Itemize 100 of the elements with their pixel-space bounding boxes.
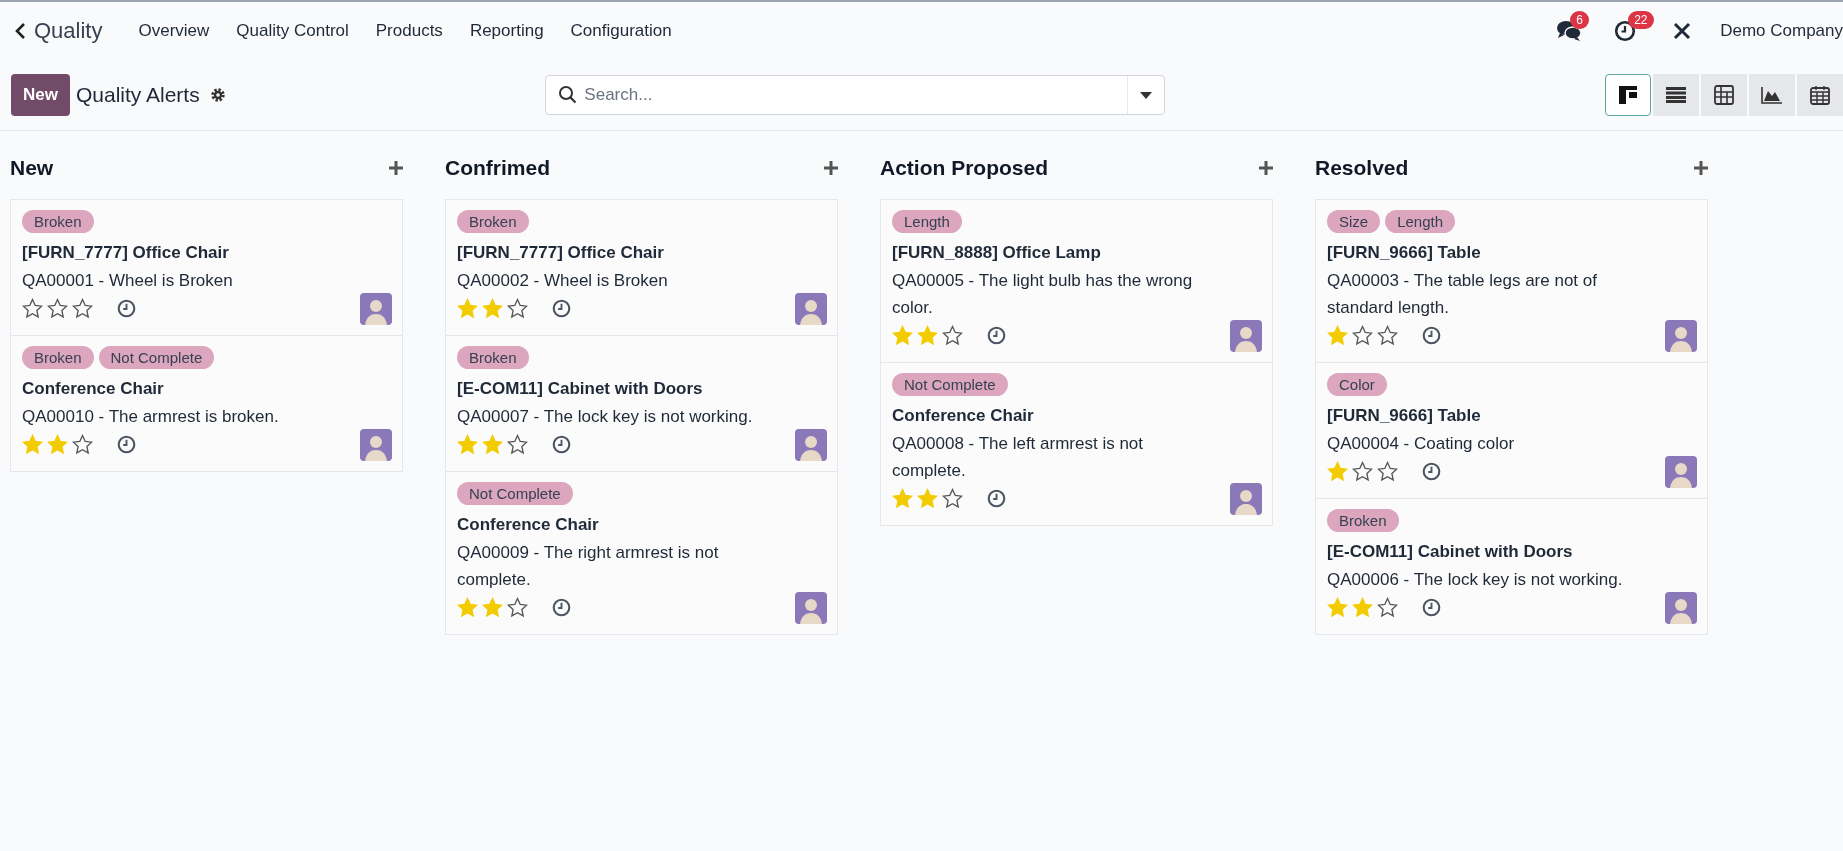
card-title: [FURN_7777] Office Chair: [457, 242, 665, 264]
star-icon[interactable]: [507, 298, 528, 319]
priority-stars[interactable]: [1327, 325, 1398, 346]
tag: Broken: [22, 346, 94, 369]
star-icon[interactable]: [1352, 461, 1373, 482]
avatar-icon: [795, 293, 827, 325]
column-title: Action Proposed: [880, 156, 1048, 180]
star-icon[interactable]: [1352, 325, 1373, 346]
priority-stars[interactable]: [892, 325, 963, 346]
star-icon[interactable]: [47, 298, 68, 319]
card-description: QA00001 - Wheel is Broken: [22, 270, 234, 292]
activity-count-badge: 22: [1628, 11, 1654, 29]
card-description: QA00005 - The light bulb has the wrong color.: [892, 270, 1194, 319]
plus-icon[interactable]: [1259, 161, 1273, 175]
card-title: Conference Chair: [457, 514, 600, 536]
avatar-icon: [1665, 320, 1697, 352]
priority-stars[interactable]: [892, 488, 963, 509]
new-button[interactable]: New: [11, 74, 70, 116]
star-icon[interactable]: [942, 488, 963, 509]
table-icon: [1714, 85, 1734, 105]
view-switch-button[interactable]: [1605, 74, 1651, 116]
avatar-icon: [1230, 320, 1262, 352]
settings-icon[interactable]: [209, 87, 226, 103]
company-name[interactable]: Demo Company: [1720, 21, 1843, 41]
star-icon[interactable]: [22, 298, 43, 319]
star-icon[interactable]: [507, 597, 528, 618]
plus-icon[interactable]: [389, 161, 403, 175]
clock-icon[interactable]: [1422, 598, 1441, 617]
clock-icon[interactable]: [552, 435, 571, 454]
clock-icon[interactable]: [552, 598, 571, 617]
star-icon[interactable]: [1377, 461, 1398, 482]
clock-icon[interactable]: [552, 299, 571, 318]
menu-item[interactable]: Overview: [138, 21, 210, 41]
view-switch-button[interactable]: [1749, 74, 1795, 116]
card-title: Conference Chair: [892, 405, 1035, 427]
tag: Color: [1327, 373, 1387, 396]
menu-item[interactable]: Quality Control: [236, 21, 349, 41]
card-title: [FURN_9666] Table: [1327, 242, 1482, 264]
tag: Size: [1327, 210, 1381, 233]
star-icon[interactable]: [1377, 597, 1398, 618]
column-title: Resolved: [1315, 156, 1409, 180]
priority-stars[interactable]: [1327, 597, 1398, 618]
avatar-icon: [1665, 456, 1697, 488]
star-icon[interactable]: [942, 325, 963, 346]
plus-icon[interactable]: [1694, 161, 1708, 175]
priority-stars[interactable]: [22, 434, 93, 455]
menu-item[interactable]: Configuration: [570, 21, 672, 41]
priority-stars[interactable]: [457, 597, 528, 618]
clock-icon[interactable]: [987, 326, 1006, 345]
page-title: Quality Alerts: [75, 83, 200, 107]
card-description: QA00010 - The armrest is broken.: [22, 406, 280, 428]
card-title: [E-COM11] Cabinet with Doors: [1327, 541, 1574, 563]
star-icon[interactable]: [1377, 325, 1398, 346]
avatar-icon: [1665, 592, 1697, 624]
tag: Not Complete: [98, 346, 215, 369]
avatar-icon: [360, 293, 392, 325]
clock-icon[interactable]: [1422, 326, 1441, 345]
caret-icon[interactable]: [1140, 91, 1153, 99]
star-icon[interactable]: [72, 434, 93, 455]
clock-icon[interactable]: [987, 489, 1006, 508]
app-back-link[interactable]: Quality: [14, 18, 103, 44]
card-description: QA00009 - The right armrest is not complete.: [457, 542, 720, 591]
card-title: [FURN_9666] Table: [1327, 405, 1482, 427]
plus-icon[interactable]: [824, 161, 838, 175]
menu-item[interactable]: Reporting: [469, 21, 544, 41]
star-icon[interactable]: [507, 434, 528, 455]
card-title: [E-COM11] Cabinet with Doors: [457, 378, 704, 400]
priority-stars[interactable]: [1327, 461, 1398, 482]
view-switch-button[interactable]: [1701, 74, 1747, 116]
card-description: QA00008 - The left armrest is not complete.: [892, 433, 1145, 482]
clock-icon[interactable]: [1614, 20, 1637, 42]
priority-stars[interactable]: [457, 434, 528, 455]
back-chevron-icon[interactable]: [14, 22, 26, 40]
card-title: Conference Chair: [22, 378, 165, 400]
clock-icon[interactable]: [117, 435, 136, 454]
search-icon: [558, 85, 579, 105]
tag: Not Complete: [457, 482, 573, 505]
avatar-icon: [795, 429, 827, 461]
card-description: QA00003 - The table legs are not of standard length.: [1327, 270, 1598, 319]
avatar-icon: [360, 429, 392, 461]
message-count-badge: 6: [1570, 11, 1589, 29]
tag: Not Complete: [892, 373, 1008, 396]
column-title: Confrimed: [445, 156, 550, 180]
tag: Broken: [457, 210, 529, 233]
avatar-icon: [795, 592, 827, 624]
tag: Broken: [22, 210, 94, 233]
clock-icon[interactable]: [1422, 462, 1441, 481]
area-chart-icon: [1761, 86, 1783, 104]
column-title: New: [10, 156, 54, 180]
tag: Broken: [1327, 509, 1399, 532]
view-switch-button[interactable]: [1653, 74, 1699, 116]
menu-item[interactable]: Products: [375, 21, 443, 41]
view-switch-button[interactable]: [1797, 74, 1843, 116]
priority-stars[interactable]: [22, 298, 93, 319]
star-icon[interactable]: [72, 298, 93, 319]
list-icon: [1666, 87, 1686, 103]
tag: Broken: [457, 346, 529, 369]
tag: Length: [1385, 210, 1456, 233]
priority-stars[interactable]: [457, 298, 528, 319]
clock-icon[interactable]: [117, 299, 136, 318]
